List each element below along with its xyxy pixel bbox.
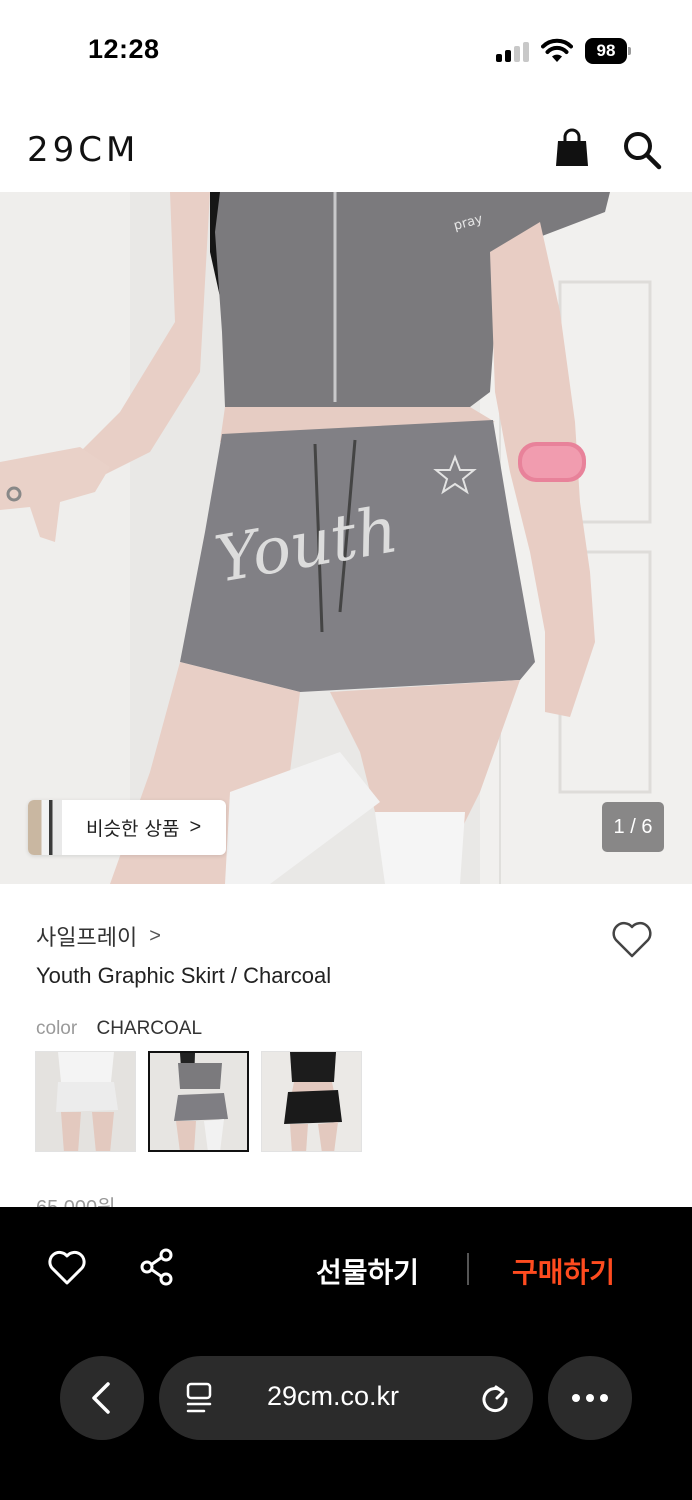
swatch-white[interactable]	[35, 1051, 136, 1152]
chevron-right-icon: >	[189, 816, 202, 838]
color-row: color CHARCOAL	[36, 1018, 202, 1040]
divider	[467, 1253, 469, 1285]
similar-products-button[interactable]: 비슷한 상품 >	[28, 800, 226, 855]
swatch-black[interactable]	[261, 1051, 362, 1152]
wifi-icon	[541, 38, 573, 62]
image-page-counter: 1 / 6	[602, 802, 664, 852]
color-swatches	[35, 1051, 362, 1152]
reload-icon[interactable]	[479, 1382, 511, 1414]
browser-toolbar: 29cm.co.kr	[0, 1332, 692, 1500]
status-time: 12:28	[88, 34, 160, 64]
chevron-left-icon	[92, 1382, 110, 1414]
more-options-button[interactable]	[548, 1356, 632, 1440]
ellipsis-icon	[572, 1394, 608, 1402]
gift-button[interactable]: 선물하기	[316, 1251, 419, 1291]
back-button[interactable]	[60, 1356, 144, 1440]
price: 65,000원	[36, 1197, 116, 1208]
purchase-action-bar: 선물하기 구매하기	[0, 1207, 692, 1332]
product-photo: pray Youth	[0, 192, 692, 884]
shopping-bag-icon[interactable]	[554, 128, 590, 168]
buy-button[interactable]: 구매하기	[512, 1251, 615, 1291]
brand-link[interactable]: 사일프레이 >	[36, 920, 161, 952]
heart-icon[interactable]	[47, 1250, 87, 1286]
color-value: CHARCOAL	[96, 1018, 203, 1039]
search-icon[interactable]	[622, 130, 662, 170]
status-bar: 12:28 98	[0, 0, 692, 100]
similar-products-label: 비슷한 상품	[86, 818, 180, 840]
heart-icon[interactable]	[610, 918, 654, 960]
cellular-signal-icon	[496, 42, 532, 62]
product-title: Youth Graphic Skirt / Charcoal	[36, 963, 332, 988]
swatch-charcoal[interactable]	[148, 1051, 249, 1152]
app-header: 29CM	[0, 100, 692, 192]
url-text: 29cm.co.kr	[267, 1381, 400, 1411]
color-label: color	[36, 1018, 78, 1039]
brand-name: 사일프레이	[36, 926, 138, 951]
address-bar[interactable]: 29cm.co.kr	[159, 1356, 533, 1440]
similar-product-thumbnail	[28, 800, 62, 855]
share-icon[interactable]	[138, 1248, 176, 1286]
logo[interactable]: 29CM	[27, 130, 139, 170]
chevron-right-icon: >	[149, 924, 161, 947]
reader-mode-icon[interactable]	[185, 1382, 215, 1414]
battery-icon: 98	[585, 38, 631, 64]
product-image[interactable]: pray Youth 비슷한 상품 > 1 / 6	[0, 192, 692, 884]
battery-level: 98	[585, 38, 627, 64]
